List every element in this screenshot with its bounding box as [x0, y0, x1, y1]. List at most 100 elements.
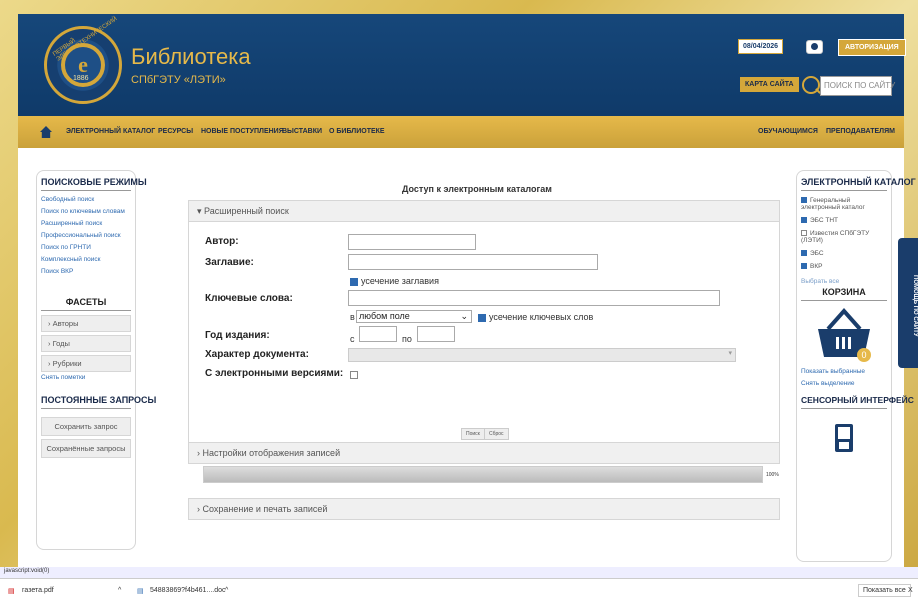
date-badge: 08/04/2026	[738, 39, 784, 54]
mode-link[interactable]: Комплексный поиск	[41, 256, 131, 263]
progress-label: 100%	[766, 472, 779, 478]
downloads-bar: ▤ газета.pdf ^ ▤ 54883869?f4b461....doc …	[0, 578, 918, 603]
save-query-button[interactable]: Сохранить запрос	[41, 417, 131, 436]
close-icon[interactable]: X	[908, 587, 913, 594]
catalog-label: Генеральный электронный каталог	[801, 197, 865, 211]
search-icon[interactable]	[802, 76, 820, 94]
search-button[interactable]: Поиск	[461, 428, 485, 440]
logo-year: 1886	[73, 75, 89, 82]
display-settings-header[interactable]: › Настройки отображения записей	[188, 442, 780, 464]
catalog-checkbox[interactable]: Известия СПбГЭТУ (ЛЭТИ)	[801, 230, 887, 244]
progress-fill	[204, 467, 762, 482]
catalog-label: ВКР	[810, 263, 823, 270]
catalog-checkbox[interactable]: ЭБС ТНТ	[801, 217, 887, 224]
catalog-label: Известия СПбГЭТУ (ЛЭТИ)	[801, 230, 870, 244]
save-print-header[interactable]: › Сохранение и печать записей	[188, 498, 780, 520]
field-select[interactable]: любом поле ⌄	[356, 310, 472, 323]
catalog-checkbox[interactable]: Генеральный электронный каталог	[801, 197, 887, 211]
touch-title: СЕНСОРНЫЙ ИНТЕРФЕЙС	[801, 395, 914, 409]
keywords-input[interactable]	[348, 290, 720, 306]
mode-link[interactable]: Расширенный поиск	[41, 220, 131, 227]
status-bar: javascript:void(0)	[0, 567, 918, 578]
clear-selection-link[interactable]: Снять выделение	[801, 380, 887, 387]
checkbox-icon	[801, 197, 807, 204]
doc-icon: ▤	[137, 588, 144, 595]
checkbox-icon	[801, 250, 807, 257]
page: ПЕРВЫЙ ЭЛЕКТРОТЕХНИЧЕСКИЙ e 1886 Библиот…	[18, 14, 916, 567]
field-select-value: любом поле	[359, 311, 410, 321]
select-all-link[interactable]: Выбрать все	[801, 278, 887, 285]
chevron-down-icon: ▾	[728, 350, 732, 357]
trunc-kw-label: усечение ключевых слов	[489, 312, 594, 322]
facet-rubrics[interactable]: › Рубрики	[41, 355, 131, 372]
site-help-tab[interactable]: ПОМОЩЬ ПО САЙТУ	[898, 238, 918, 368]
nav-resources[interactable]: РЕСУРСЫ	[158, 128, 193, 135]
title-input[interactable]	[348, 254, 598, 270]
show-all-button[interactable]: Показать все	[858, 584, 911, 597]
left-sidebar: ПОИСКОВЫЕ РЕЖИМЫ Свободный поиск Поиск п…	[36, 170, 156, 550]
checkbox-icon	[801, 230, 807, 237]
year-to-input[interactable]	[417, 326, 455, 342]
advanced-search-header[interactable]: ▾ Расширенный поиск	[188, 200, 780, 222]
sitemap-button[interactable]: КАРТА САЙТА	[740, 77, 799, 92]
reset-button[interactable]: Сброс	[484, 428, 509, 440]
nav-exhibitions[interactable]: ВЫСТАВКИ	[282, 128, 322, 135]
right-sidebar: ЭЛЕКТРОННЫЙ КАТАЛОГ Генеральный электрон…	[796, 170, 916, 562]
doctype-label: Характер документа:	[205, 349, 309, 360]
title-label: Заглавие:	[205, 257, 254, 268]
chevron-up-icon[interactable]: ^	[225, 587, 228, 594]
cart-title: КОРЗИНА	[801, 287, 887, 301]
in-label: в	[350, 312, 355, 322]
chevron-up-icon[interactable]: ^	[118, 587, 121, 594]
electronic-label: С электронными версиями:	[205, 368, 344, 379]
checkbox-icon	[801, 217, 807, 224]
doctype-select[interactable]: ▾	[348, 348, 736, 362]
author-input[interactable]	[348, 234, 476, 250]
auth-button[interactable]: АВТОРИЗАЦИЯ	[838, 39, 906, 56]
download-file-1[interactable]: газета.pdf	[22, 587, 54, 594]
home-icon[interactable]	[40, 126, 52, 138]
trunc-kw-checkbox[interactable]: усечение ключевых слов	[478, 312, 593, 322]
nav-new[interactable]: НОВЫЕ ПОСТУПЛЕНИЯ	[201, 128, 284, 135]
cart-count: 0	[861, 350, 866, 360]
mobile-phone-icon[interactable]	[834, 423, 854, 453]
catalog-list: Генеральный электронный каталог ЭБС ТНТ Из…	[801, 197, 887, 270]
catalog-checkbox[interactable]: ЭБС	[801, 250, 887, 257]
nav-catalog[interactable]: ЭЛЕКТРОННЫЙ КАТАЛОГ	[66, 128, 155, 135]
modes-title: ПОИСКОВЫЕ РЕЖИМЫ	[41, 177, 147, 191]
catalog-checkbox[interactable]: ВКР	[801, 263, 887, 270]
show-selected-link[interactable]: Показать выбранные	[801, 368, 887, 375]
author-label: Автор:	[205, 236, 239, 247]
site-search-input[interactable]: ПОИСК ПО САЙТУ	[820, 76, 895, 96]
mode-link[interactable]: Свободный поиск	[41, 196, 131, 203]
clear-marks-link[interactable]: Снять пометки	[41, 374, 131, 381]
library-title[interactable]: Библиотека	[131, 44, 251, 70]
saved-queries-button[interactable]: Сохранённые запросы	[41, 439, 131, 458]
main-nav: ЭЛЕКТРОННЫЙ КАТАЛОГ РЕСУРСЫ НОВЫЕ ПОСТУП…	[18, 116, 904, 148]
basket-icon[interactable]: 0	[814, 307, 874, 363]
nav-teachers[interactable]: ПРЕПОДАВАТЕЛЯМ	[826, 128, 895, 135]
year-from-input[interactable]	[359, 326, 397, 342]
mode-link[interactable]: Поиск по ключевым словам	[41, 208, 131, 215]
checkbox-icon	[478, 313, 486, 322]
download-file-2[interactable]: 54883869?f4b461....doc	[150, 587, 226, 594]
pdf-icon: ▤	[8, 588, 15, 595]
progress-bar	[203, 466, 763, 483]
nav-about[interactable]: О БИБЛИОТЕКЕ	[329, 128, 385, 135]
mode-link[interactable]: Поиск по ГРНТИ	[41, 244, 131, 251]
eye-icon[interactable]	[806, 40, 823, 54]
facets-title: ФАСЕТЫ	[41, 297, 131, 311]
facet-years[interactable]: › Годы	[41, 335, 131, 352]
trunc-title-checkbox[interactable]: усечение заглавия	[350, 276, 439, 286]
mode-link[interactable]: Поиск ВКР	[41, 268, 131, 275]
nav-students[interactable]: ОБУЧАЮЩИМСЯ	[758, 128, 818, 135]
year-label: Год издания:	[205, 330, 270, 341]
electronic-checkbox[interactable]	[350, 371, 358, 379]
mode-link[interactable]: Профессиональный поиск	[41, 232, 131, 239]
facet-authors[interactable]: › Авторы	[41, 315, 131, 332]
checkbox-icon	[350, 277, 358, 286]
catalog-label: ЭБС ТНТ	[810, 217, 838, 224]
from-label: с	[350, 334, 355, 344]
chevron-down-icon: ⌄	[460, 311, 468, 321]
university-logo[interactable]: ПЕРВЫЙ ЭЛЕКТРОТЕХНИЧЕСКИЙ e 1886	[44, 16, 122, 104]
